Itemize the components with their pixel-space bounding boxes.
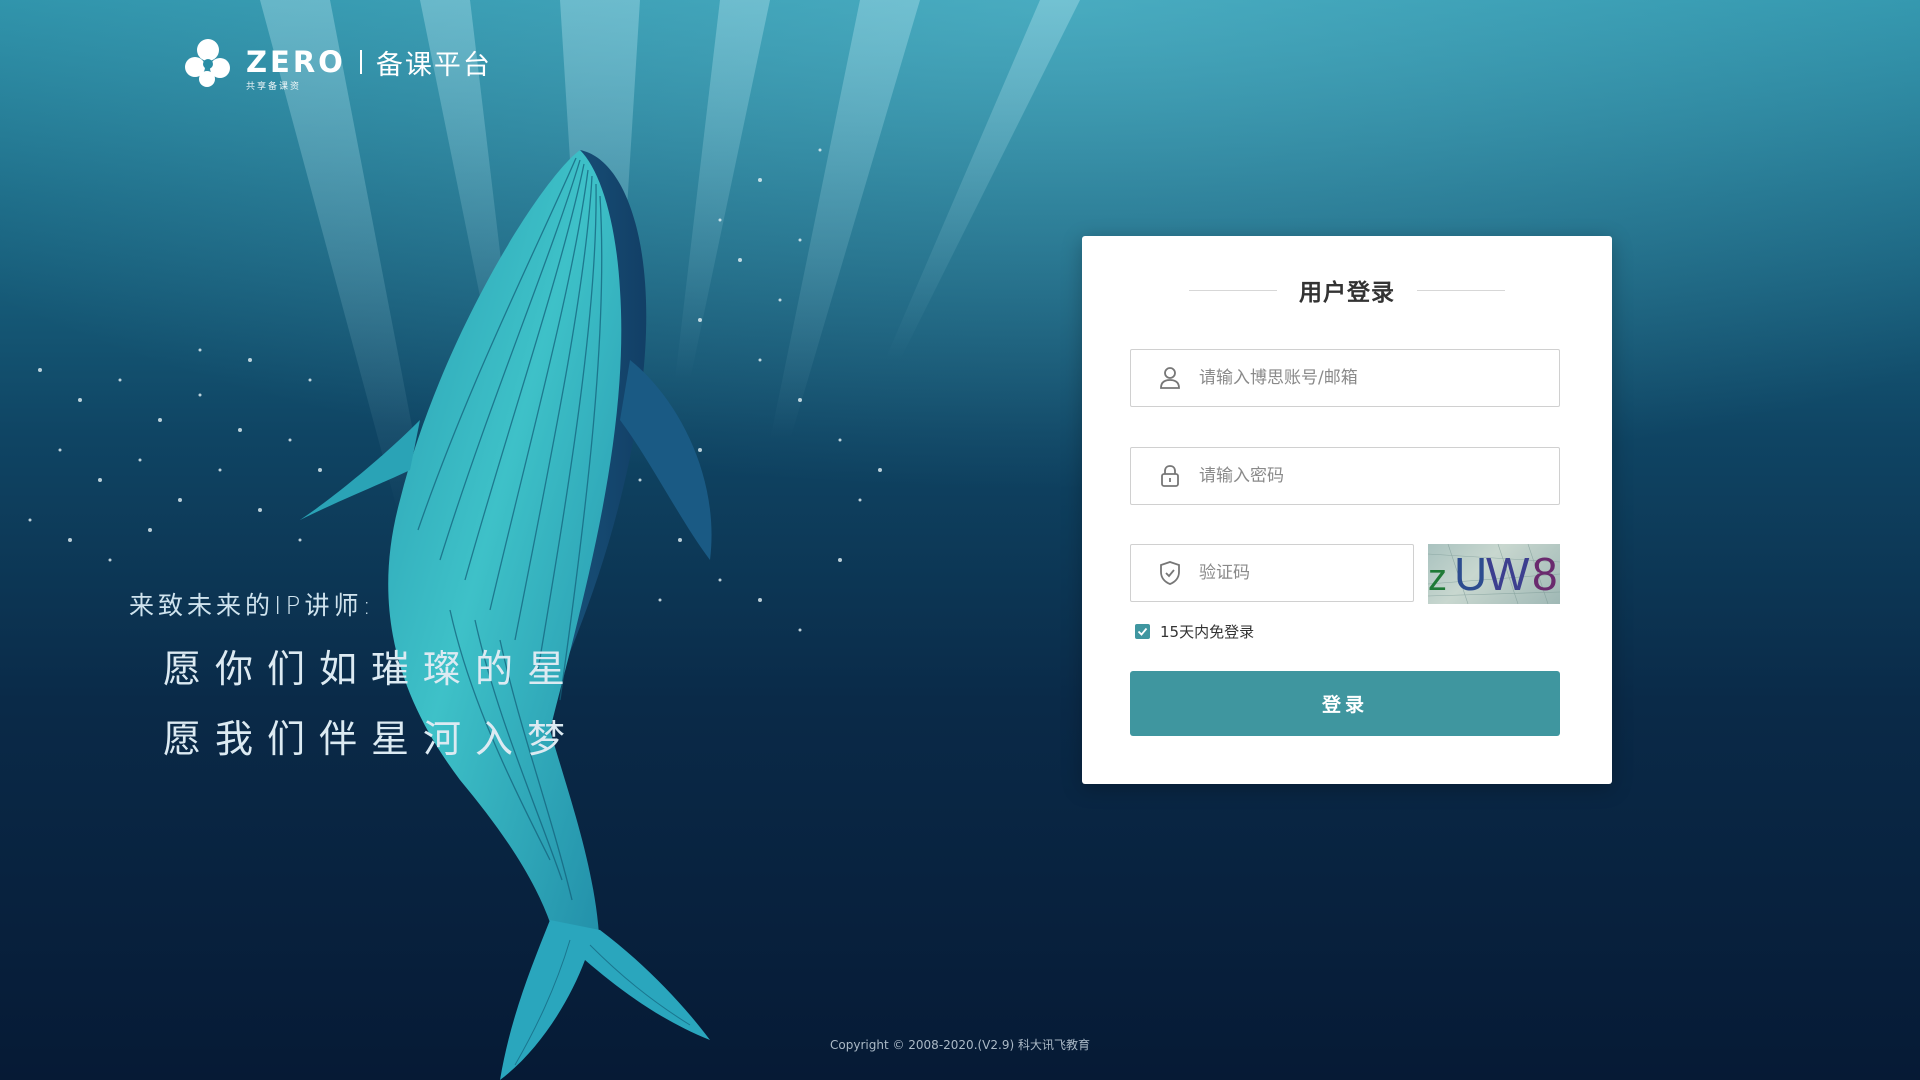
password-input[interactable]	[1197, 447, 1559, 505]
background-rays	[0, 0, 1920, 700]
brand-logo[interactable]: ZERO 共享备课资 备课平台	[180, 34, 492, 92]
copyright-footer: Copyright © 2008-2020.(V2.9) 科大讯飞教育	[830, 1038, 1090, 1052]
slogan-line-2: 愿我们伴星河入梦	[163, 717, 580, 761]
captcha-input[interactable]	[1197, 544, 1420, 602]
slogan-subtitle: 来致未来的IP讲师:	[129, 591, 375, 620]
checkmark-icon	[1137, 627, 1148, 636]
captcha-char-4: 8	[1532, 548, 1558, 600]
whale-illustration	[300, 150, 712, 1080]
header-divider-right	[1417, 289, 1505, 291]
user-icon	[1160, 367, 1180, 389]
header-divider-left	[1189, 289, 1277, 291]
username-field[interactable]	[1130, 349, 1560, 407]
captcha-char-1: z	[1428, 557, 1447, 599]
login-card-header: 用户登录	[1082, 272, 1612, 308]
login-page: ZERO 共享备课资 备课平台 来致未来的IP讲师: 愿你们如璀璨的星 愿我们伴…	[0, 0, 1920, 1080]
remember-login[interactable]: 15天内免登录	[1135, 621, 1254, 642]
login-card: 用户登录 请输入博思账号/邮箱 验证码 z U W 8 15天内免登录 登录	[1082, 236, 1612, 784]
logo-petals-icon	[185, 39, 230, 87]
platform-title: 备课平台	[375, 49, 492, 81]
logo-word: ZERO	[246, 45, 346, 79]
lock-icon	[1161, 465, 1179, 487]
username-input[interactable]	[1197, 349, 1559, 407]
password-field[interactable]	[1130, 447, 1560, 505]
login-title: 用户登录	[1299, 280, 1395, 306]
slogan-line-1: 愿你们如璀璨的星	[163, 647, 580, 691]
logo-tagline: 共享备课资	[246, 82, 302, 92]
shield-check-icon	[1160, 561, 1180, 585]
remember-label: 15天内免登录	[1160, 623, 1255, 641]
captcha-field[interactable]	[1130, 544, 1420, 602]
captcha-image[interactable]: z U W 8	[1428, 544, 1560, 604]
logo-separator	[359, 50, 362, 74]
login-button[interactable]: 登录	[1130, 671, 1560, 736]
remember-checkbox[interactable]	[1135, 624, 1150, 639]
captcha-char-2: U	[1454, 548, 1487, 600]
captcha-char-3: W	[1486, 548, 1530, 600]
captcha-noise: z U W 8	[1428, 544, 1560, 604]
